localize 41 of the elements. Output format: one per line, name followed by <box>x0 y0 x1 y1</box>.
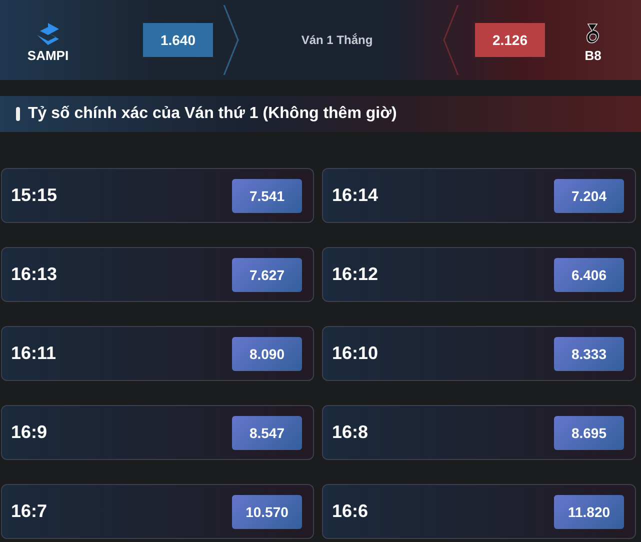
score-label: 15:15 <box>11 185 58 206</box>
odds-button[interactable]: 10.570 <box>232 494 302 528</box>
accent-bar-icon <box>16 107 20 121</box>
score-card[interactable]: 16:9 8.547 <box>1 405 314 460</box>
team-logo-icon <box>36 23 60 45</box>
chevron-icon <box>223 5 239 75</box>
odds-button[interactable]: 1.640 <box>143 23 213 57</box>
score-label: 16:7 <box>11 501 48 522</box>
team-name: SAMPI <box>27 48 69 63</box>
score-card[interactable]: 16:12 6.406 <box>322 247 636 302</box>
odds-button[interactable]: 2.126 <box>475 23 545 57</box>
odds-button[interactable]: 8.090 <box>232 336 302 370</box>
score-card[interactable]: 16:10 8.333 <box>322 326 636 381</box>
score-card[interactable]: 15:15 7.541 <box>1 168 314 223</box>
chevron-icon <box>443 5 459 75</box>
score-label: 16:14 <box>332 185 378 206</box>
score-card[interactable]: 16:14 7.204 <box>322 168 636 223</box>
score-label: 16:11 <box>11 343 56 364</box>
market-label: Ván 1 Thắng <box>300 33 374 47</box>
score-card[interactable]: 16:6 11.820 <box>322 484 636 539</box>
score-card[interactable]: 16:13 7.627 <box>1 247 314 302</box>
team-logo-icon <box>585 23 601 45</box>
score-label: 16:10 <box>332 343 378 364</box>
score-card[interactable]: 16:8 8.695 <box>322 405 636 460</box>
odds-button[interactable]: 8.695 <box>554 416 624 450</box>
team-name: B8 <box>584 48 602 63</box>
score-card[interactable]: 16:11 8.090 <box>1 326 314 381</box>
odds-button[interactable]: 11.820 <box>554 494 624 528</box>
odds-button[interactable]: 7.541 <box>232 178 302 212</box>
odds-button[interactable]: 8.333 <box>554 336 624 370</box>
score-label: 16:13 <box>11 264 58 285</box>
score-label: 16:12 <box>332 264 378 285</box>
score-card[interactable]: 16:7 10.570 <box>1 484 314 539</box>
score-label: 16:8 <box>332 422 368 443</box>
odds-button[interactable]: 6.406 <box>554 258 624 292</box>
score-label: 16:6 <box>332 501 368 522</box>
odds-button[interactable]: 7.627 <box>232 258 302 292</box>
score-label: 16:9 <box>11 422 48 443</box>
odds-button[interactable]: 8.547 <box>232 416 302 450</box>
odds-button[interactable]: 7.204 <box>554 178 624 212</box>
section-title: Tỷ số chính xác của Ván thứ 1 (Không thêm giờ) <box>28 105 397 123</box>
